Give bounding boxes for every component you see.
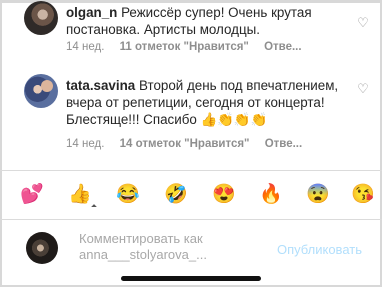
avatar[interactable]: [24, 74, 58, 108]
comment-composer: Комментировать как anna___stolyarova_...…: [0, 224, 382, 270]
emoji-thumbs-up-button[interactable]: 👍: [67, 183, 93, 207]
reply-button[interactable]: Отве...: [265, 138, 302, 150]
emoji-heart-eyes-button[interactable]: 😍: [211, 183, 237, 207]
skin-tone-caret-icon[interactable]: [91, 204, 97, 210]
heart-outline-icon[interactable]: ♡: [356, 16, 370, 30]
comment-meta: 14 нед. 14 отметок "Нравится" Отве...: [66, 138, 314, 150]
emoji-tears-of-joy-button[interactable]: 😂: [115, 183, 141, 207]
comment-username[interactable]: tata.savina: [66, 78, 135, 93]
heart-outline-icon[interactable]: ♡: [356, 82, 370, 96]
comment-time: 14 нед.: [66, 41, 105, 53]
emoji-fearful-button[interactable]: 😨: [305, 183, 331, 207]
avatar[interactable]: [24, 1, 58, 35]
comment-username[interactable]: olgan_n: [66, 5, 117, 20]
comment-likes-count[interactable]: 14 отметок "Нравится": [120, 138, 250, 150]
emoji-quick-bar: 💕 👍 😂 🤣 😍 🔥 😨 😘: [0, 170, 382, 220]
publish-button[interactable]: Опубликовать: [277, 242, 362, 257]
comment-input[interactable]: Комментировать как anna___stolyarova_...: [79, 231, 269, 263]
comment-time: 14 нед.: [66, 138, 105, 150]
comment-text-block: tata.savina Второй день под впечатлением…: [66, 77, 348, 128]
emoji-two-hearts-button[interactable]: 💕: [19, 183, 45, 207]
comment-meta: 14 нед. 11 отметок "Нравится" Отве...: [66, 41, 314, 53]
emoji-rofl-button[interactable]: 🤣: [163, 183, 189, 207]
emoji-fire-button[interactable]: 🔥: [258, 183, 284, 207]
comment-text-block: olgan_n Режиссёр супер! Очень крутая пос…: [66, 4, 348, 38]
avatar: [26, 232, 58, 264]
emoji-kiss-button[interactable]: 😘: [350, 183, 376, 207]
comment-likes-count[interactable]: 11 отметок "Нравится": [120, 41, 249, 53]
home-indicator[interactable]: [121, 276, 261, 281]
reply-button[interactable]: Отве...: [264, 41, 301, 53]
